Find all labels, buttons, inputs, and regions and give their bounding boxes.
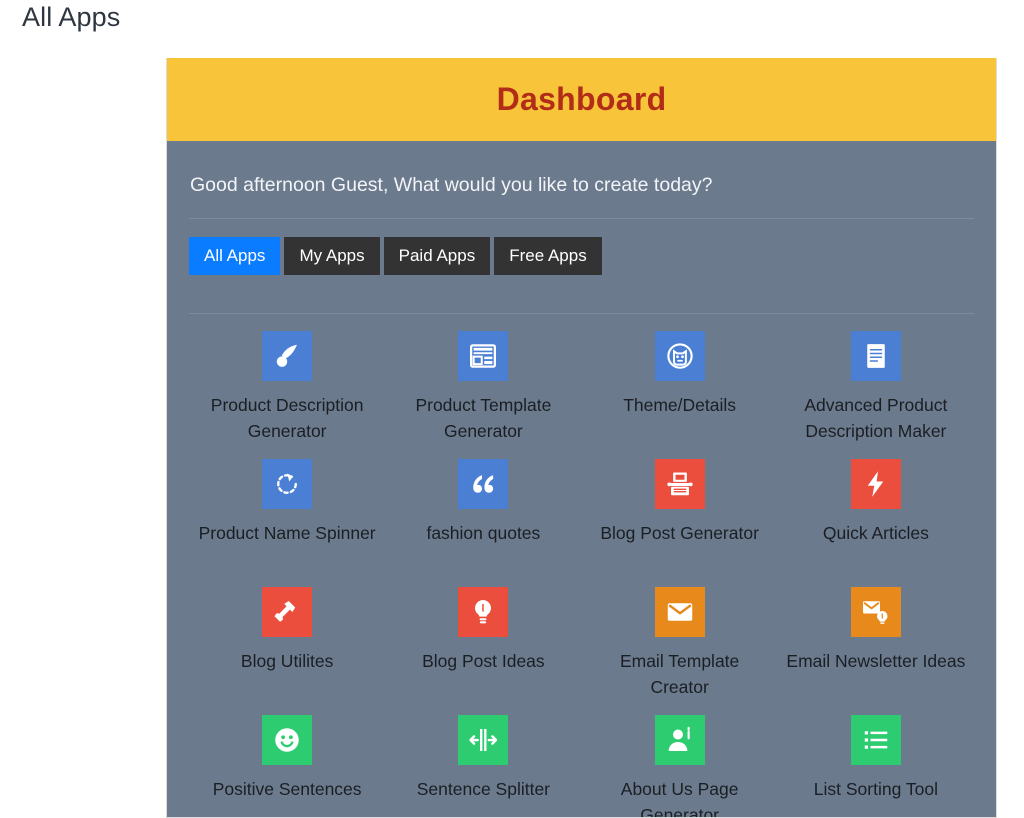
app-label: Blog Post Ideas xyxy=(422,651,545,671)
person-info-icon xyxy=(654,715,705,765)
tab-all-apps[interactable]: All Apps xyxy=(189,237,281,275)
app-label: Sentence Splitter xyxy=(416,779,551,799)
hammer-icon xyxy=(262,587,313,637)
app-card[interactable]: Blog Post Generator xyxy=(582,459,778,587)
app-card[interactable]: Blog Post Ideas xyxy=(385,587,581,715)
dashboard-panel: Dashboard Good afternoon Guest, What wou… xyxy=(166,58,997,818)
page-title: All Apps xyxy=(22,2,121,32)
app-filter-tabs: All Apps My Apps Paid Apps Free Apps xyxy=(189,219,974,293)
app-label: Positive Sentences xyxy=(212,779,362,799)
typewriter-icon xyxy=(654,459,705,509)
split-arrows-icon xyxy=(458,715,509,765)
app-card[interactable]: Product Description Generator xyxy=(189,331,385,459)
document-lines-icon xyxy=(850,331,901,381)
quill-pen-icon xyxy=(262,331,313,381)
app-card[interactable]: Product Template Generator xyxy=(385,331,581,459)
refresh-spinner-icon xyxy=(262,459,313,509)
app-label: Email Newsletter Ideas xyxy=(786,651,966,671)
app-card[interactable]: Email Newsletter Ideas xyxy=(778,587,974,715)
lightbulb-icon xyxy=(458,587,509,637)
app-label: Product Template Generator xyxy=(415,395,552,441)
window-template-icon xyxy=(458,331,509,381)
app-label: fashion quotes xyxy=(426,523,541,543)
cat-face-circle-icon xyxy=(654,331,705,381)
app-label: About Us Page Generator xyxy=(620,779,739,818)
greeting-text: Good afternoon Guest, What would you lik… xyxy=(190,174,713,196)
app-label: Theme/Details xyxy=(623,395,737,415)
smiley-face-icon xyxy=(262,715,313,765)
envelope-icon xyxy=(654,587,705,637)
app-card[interactable]: Quick Articles xyxy=(778,459,974,587)
tab-paid-apps[interactable]: Paid Apps xyxy=(383,237,491,275)
tab-free-apps[interactable]: Free Apps xyxy=(494,237,602,275)
app-label: Product Name Spinner xyxy=(198,523,376,543)
panel-header: Dashboard xyxy=(167,58,996,141)
app-card[interactable]: Blog Utilites xyxy=(189,587,385,715)
app-card[interactable]: Sentence Splitter xyxy=(385,715,581,817)
apps-grid: Product Description Generator Product Tem… xyxy=(189,314,974,818)
app-label: Blog Post Generator xyxy=(600,523,759,543)
lightning-bolt-icon xyxy=(850,459,901,509)
app-label: List Sorting Tool xyxy=(813,779,938,799)
app-label: Blog Utilites xyxy=(240,651,334,671)
app-card[interactable]: Positive Sentences xyxy=(189,715,385,817)
quotation-marks-icon xyxy=(458,459,509,509)
app-card[interactable]: Email Template Creator xyxy=(582,587,778,715)
dashboard-title: Dashboard xyxy=(496,81,667,117)
app-card[interactable]: About Us Page Generator xyxy=(582,715,778,818)
app-card[interactable]: fashion quotes xyxy=(385,459,581,587)
app-label: Email Template Creator xyxy=(619,651,740,697)
envelope-lightbulb-icon xyxy=(850,587,901,637)
app-label: Advanced Product Description Maker xyxy=(804,395,948,441)
tab-my-apps[interactable]: My Apps xyxy=(284,237,380,275)
app-label: Quick Articles xyxy=(822,523,929,543)
app-card[interactable]: List Sorting Tool xyxy=(778,715,974,817)
bullet-list-icon xyxy=(850,715,901,765)
app-card[interactable]: Product Name Spinner xyxy=(189,459,385,587)
app-label: Product Description Generator xyxy=(210,395,364,441)
app-card[interactable]: Advanced Product Description Maker xyxy=(778,331,974,459)
panel-body: Good afternoon Guest, What would you lik… xyxy=(167,141,996,818)
app-card[interactable]: Theme/Details xyxy=(582,331,778,459)
